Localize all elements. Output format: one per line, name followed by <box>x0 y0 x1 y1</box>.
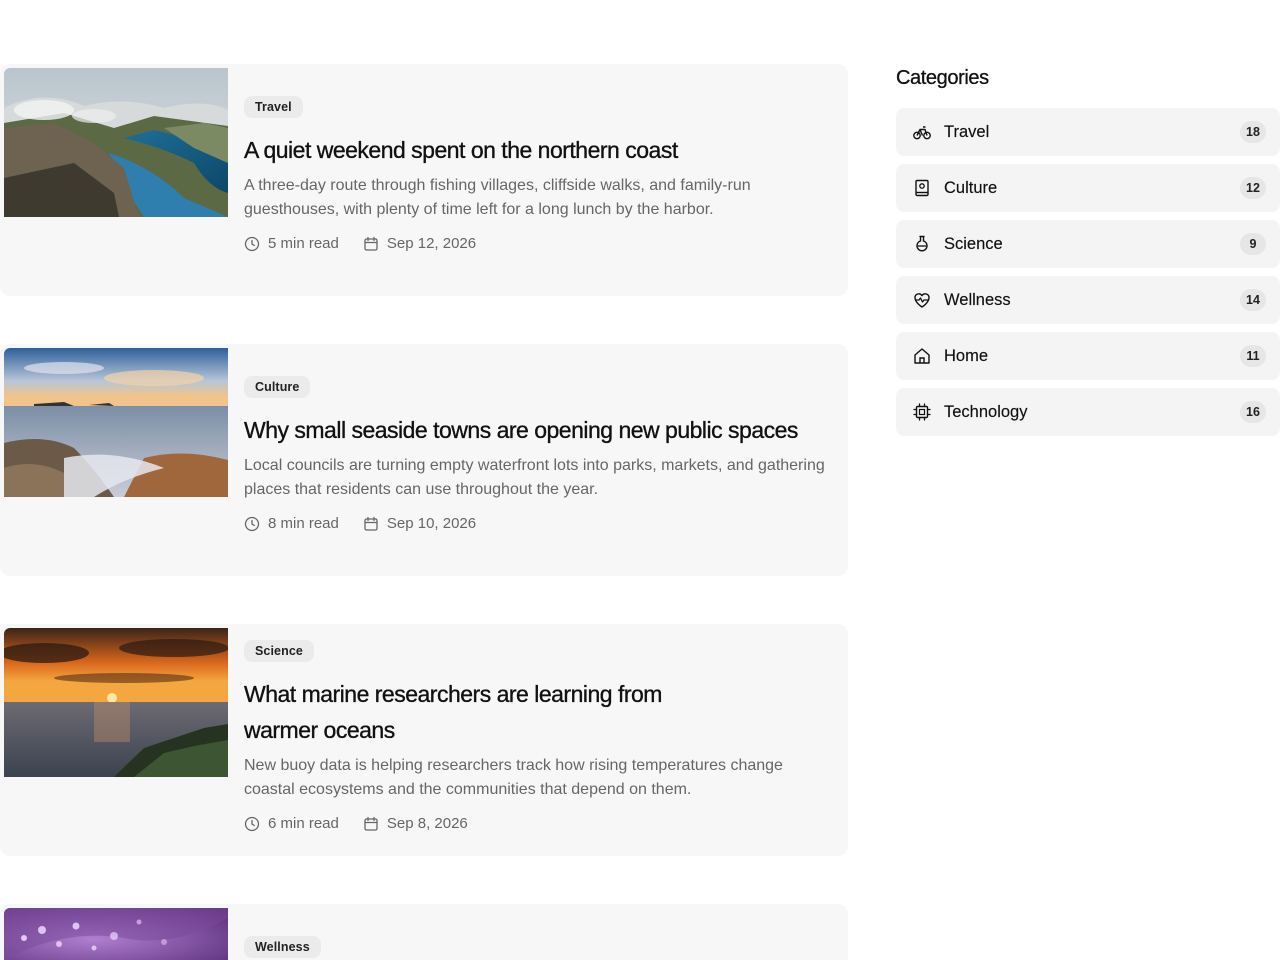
sidebar-heading: Categories <box>896 67 989 89</box>
category-label: Culture <box>944 178 998 197</box>
article-title[interactable]: A quiet weekend spent on the northern co… <box>244 132 828 168</box>
category-count-badge: 18 <box>1240 121 1266 143</box>
article-content: Travel A quiet weekend spent on the nort… <box>244 96 828 252</box>
category-count-badge: 12 <box>1240 177 1266 199</box>
category-count-badge: 14 <box>1240 289 1266 311</box>
publish-date: Sep 12, 2026 <box>363 235 476 252</box>
article-thumbnail[interactable] <box>4 628 228 777</box>
category-tag[interactable]: Wellness <box>244 936 321 958</box>
publish-date-text: Sep 12, 2026 <box>386 235 477 252</box>
category-tag[interactable]: Culture <box>244 376 311 398</box>
flask-icon <box>916 235 928 252</box>
read-time-text: 8 min read <box>268 515 339 532</box>
publish-date: Sep 8, 2026 <box>363 815 468 832</box>
purple-dewdrops-photo <box>4 908 228 960</box>
read-time: 6 min read <box>244 815 339 832</box>
category-tag[interactable]: Science <box>244 640 314 662</box>
category-item-technology[interactable]: Technology 16 <box>896 388 1280 436</box>
read-time-text: 6 min read <box>268 815 339 832</box>
category-label: Home <box>944 346 989 365</box>
seaside-rocks-photo <box>4 348 228 497</box>
cpu-chip-icon <box>913 403 931 421</box>
category-count-badge: 16 <box>1240 401 1266 423</box>
category-label: Technology <box>944 402 1028 421</box>
fjord-cliff-photo <box>4 68 228 217</box>
category-count-badge: 9 <box>1240 233 1266 255</box>
calendar-icon <box>364 816 378 831</box>
article-meta: 8 min read Sep 10, 2026 <box>244 515 828 532</box>
article-card[interactable]: Wellness <box>0 904 848 960</box>
category-item-home[interactable]: Home 11 <box>896 332 1280 380</box>
category-label: Science <box>944 234 1003 253</box>
clock-icon <box>244 236 260 251</box>
article-title[interactable]: Why small seaside towns are opening new … <box>244 412 828 448</box>
house-icon <box>914 348 930 364</box>
category-label: Travel <box>944 122 990 141</box>
categories-sidebar: Categories Travel 18 Culture 12 Science … <box>896 64 1280 436</box>
publish-date-text: Sep 8, 2026 <box>386 815 468 832</box>
calendar-icon <box>364 236 378 251</box>
category-count-badge: 11 <box>1240 345 1266 367</box>
category-item-wellness[interactable]: Wellness 14 <box>896 276 1280 324</box>
read-time: 5 min read <box>244 235 339 252</box>
article-meta: 5 min read Sep 12, 2026 <box>244 235 828 252</box>
ocean-sunset-photo <box>4 628 228 777</box>
publish-date-text: Sep 10, 2026 <box>386 515 477 532</box>
heart-pulse-icon <box>914 293 930 308</box>
read-time: 8 min read <box>244 515 339 532</box>
read-time-text: 5 min read <box>268 235 339 252</box>
article-card[interactable]: Travel A quiet weekend spent on the nort… <box>0 64 848 296</box>
article-description: Local councils are turning empty waterfr… <box>244 457 825 498</box>
category-item-travel[interactable]: Travel 18 <box>896 108 1280 156</box>
calendar-icon <box>364 516 378 531</box>
article-card[interactable]: Culture Why small seaside towns are open… <box>0 344 848 576</box>
article-card[interactable]: Science What marine researchers are lear… <box>0 624 848 856</box>
book-icon <box>915 179 929 197</box>
article-content: Culture Why small seaside towns are open… <box>244 376 828 532</box>
category-label: Wellness <box>944 290 1011 309</box>
article-thumbnail[interactable] <box>4 908 228 960</box>
article-description: New buoy data is helping researchers tra… <box>244 757 783 798</box>
publish-date: Sep 10, 2026 <box>363 515 476 532</box>
article-content: Wellness <box>244 936 828 958</box>
article-thumbnail[interactable] <box>4 68 228 217</box>
clock-icon <box>244 516 260 531</box>
bicycle-icon <box>913 126 931 140</box>
category-item-culture[interactable]: Culture 12 <box>896 164 1280 212</box>
article-content: Science What marine researchers are lear… <box>244 640 828 832</box>
article-description: A three-day route through fishing villag… <box>244 177 751 218</box>
category-item-science[interactable]: Science 9 <box>896 220 1280 268</box>
article-thumbnail[interactable] <box>4 348 228 497</box>
article-meta: 6 min read Sep 8, 2026 <box>244 815 828 832</box>
category-tag[interactable]: Travel <box>244 96 303 118</box>
clock-icon <box>244 816 260 831</box>
article-title[interactable]: What marine researchers are learning fro… <box>244 676 704 748</box>
